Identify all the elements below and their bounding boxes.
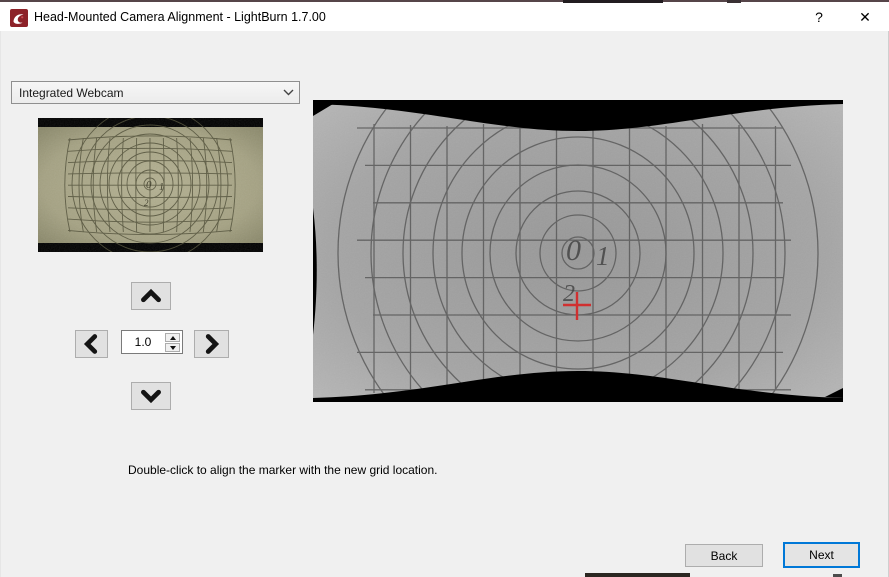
chevron-left-icon (76, 330, 107, 358)
dialog-window: Head-Mounted Camera Alignment - LightBur… (0, 0, 889, 577)
step-size-spinbox (121, 330, 183, 354)
chevron-right-icon (195, 330, 228, 358)
alignment-view[interactable]: 0 1 2 (313, 100, 843, 402)
camera-select-value: Integrated Webcam (12, 86, 277, 100)
grid-marker-label: 1 (596, 241, 610, 271)
spin-down-button[interactable] (165, 343, 180, 352)
background-artifact (727, 0, 741, 3)
title-bar: Head-Mounted Camera Alignment - LightBur… (0, 2, 889, 31)
chevron-up-icon (132, 282, 170, 310)
grid-marker-label: 0 (566, 234, 581, 267)
next-button[interactable]: Next (783, 542, 860, 568)
grid-marker-label: 0 (146, 179, 152, 191)
lightburn-logo-icon (10, 9, 28, 27)
camera-preview-image: 0 1 2 (38, 118, 263, 252)
nudge-left-button[interactable] (75, 330, 108, 358)
background-artifact (563, 0, 663, 3)
step-size-input[interactable] (124, 332, 162, 352)
help-button[interactable]: ? (802, 2, 836, 32)
chevron-down-icon (277, 89, 299, 96)
triangle-up-icon (170, 336, 176, 340)
window-top-border (0, 0, 889, 2)
grid-marker-label: 1 (159, 182, 164, 193)
grid-marker-label: 2 (144, 198, 149, 208)
nudge-down-button[interactable] (131, 382, 171, 410)
nudge-up-button[interactable] (131, 282, 171, 310)
undistorted-camera-image: 0 1 2 (313, 100, 843, 402)
instruction-text: Double-click to align the marker with th… (128, 463, 437, 477)
close-button[interactable]: ✕ (848, 2, 882, 32)
chevron-down-icon (132, 382, 170, 410)
grid-marker-label: 2 (563, 281, 575, 307)
background-artifact (585, 573, 690, 577)
window-title: Head-Mounted Camera Alignment - LightBur… (34, 10, 326, 24)
nudge-right-button[interactable] (194, 330, 229, 358)
camera-select-dropdown[interactable]: Integrated Webcam (11, 81, 300, 104)
camera-preview: 0 1 2 (38, 118, 263, 252)
spin-up-button[interactable] (165, 333, 180, 342)
back-button[interactable]: Back (685, 544, 763, 567)
triangle-down-icon (170, 346, 176, 350)
